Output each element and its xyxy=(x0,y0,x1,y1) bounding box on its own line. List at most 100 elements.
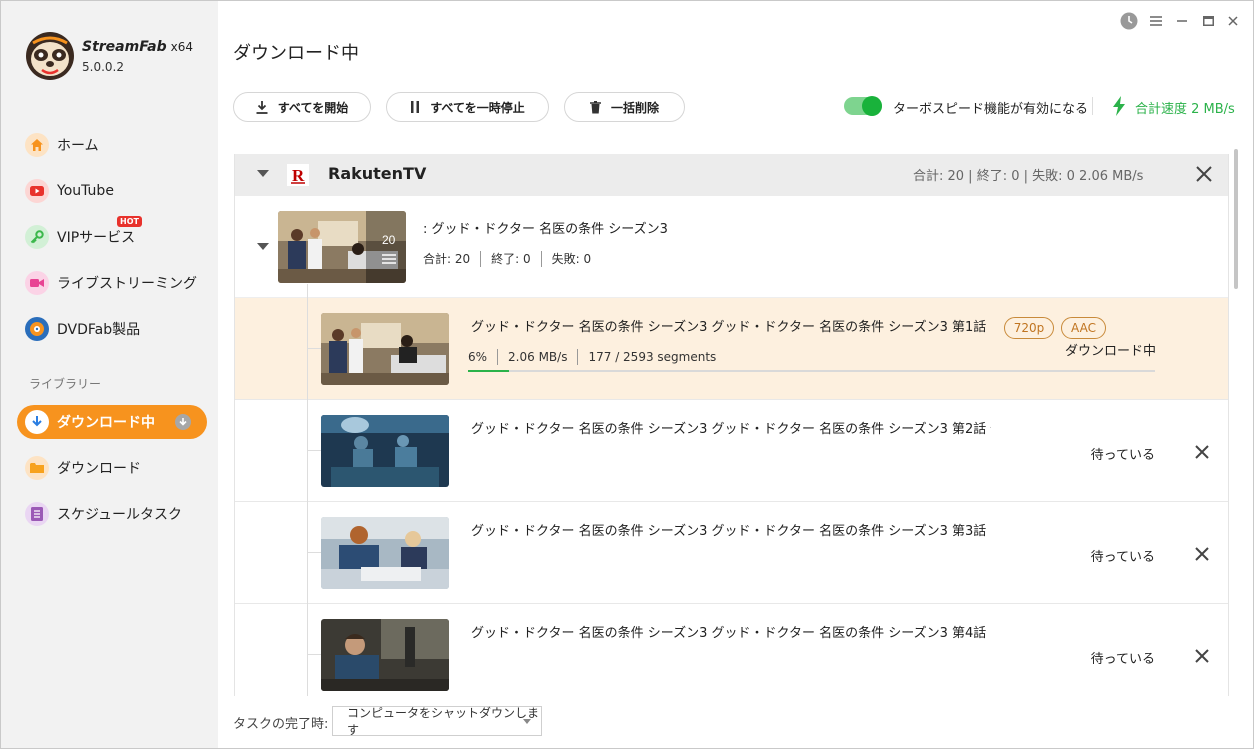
download-count-icon xyxy=(175,414,191,430)
episode-status: 待っている xyxy=(1090,550,1155,565)
season-row[interactable]: 20 : グッド・ドクター 名医の条件 シーズン3 合計: 20 終了: 0 失… xyxy=(235,196,1228,298)
start-all-label: すべてを開始 xyxy=(277,100,349,115)
history-icon[interactable] xyxy=(1119,11,1139,31)
app-window: StreamFab x64 5.0.0.2 ホーム YouTube VIPサービス… xyxy=(0,0,1254,749)
collapse-group-icon[interactable] xyxy=(257,170,269,178)
episode-row[interactable]: グッド・ドクター 名医の条件 シーズン3 グッド・ドクター 名医の条件 シーズン… xyxy=(235,502,1228,604)
youtube-icon xyxy=(25,179,49,203)
group-header: R RakutenTV 合計: 20 | 終了: 0 | 失敗: 0 2.06 … xyxy=(235,154,1228,196)
tree-branch xyxy=(307,654,321,655)
episode-status: 待っている xyxy=(1090,652,1155,667)
sidebar-item-label: DVDFab製品 xyxy=(57,322,141,338)
app-version: 5.0.0.2 xyxy=(82,60,124,74)
hot-badge: HOT xyxy=(117,216,142,227)
episode-title: グッド・ドクター 名医の条件 シーズン3 グッド・ドクター 名医の条件 シーズン… xyxy=(471,422,991,437)
pause-all-button[interactable]: すべてを一時停止 xyxy=(386,92,549,122)
episode-thumbnail xyxy=(321,619,449,691)
sidebar-item-vip[interactable]: VIPサービス HOT xyxy=(17,216,207,254)
sidebar-item-label: ライブストリーミング xyxy=(57,276,197,292)
sidebar-item-live-streaming[interactable]: ライブストリーミング xyxy=(17,266,207,300)
folder-icon xyxy=(25,456,49,480)
quality-badge: 720p xyxy=(1004,317,1054,339)
episode-thumbnail xyxy=(321,313,449,385)
camera-icon xyxy=(25,271,49,295)
thumb-count: 20 xyxy=(382,233,396,247)
group-stats: 合計: 20 | 終了: 0 | 失敗: 0 2.06 MB/s xyxy=(913,169,1144,184)
season-stats: 合計: 20 終了: 0 失敗: 0 xyxy=(423,250,591,267)
remove-task-icon[interactable] xyxy=(1192,646,1212,666)
schedule-icon xyxy=(25,502,49,526)
episode-status: ダウンロード中 xyxy=(1064,344,1156,359)
home-icon xyxy=(25,133,49,157)
toolbar-divider xyxy=(1092,97,1093,115)
download-icon xyxy=(25,410,49,434)
sidebar-item-label: ダウンロード xyxy=(57,461,141,477)
page-title: ダウンロード中 xyxy=(233,43,359,64)
download-list: R RakutenTV 合計: 20 | 終了: 0 | 失敗: 0 2.06 … xyxy=(234,154,1229,696)
sidebar: StreamFab x64 5.0.0.2 ホーム YouTube VIPサービス… xyxy=(1,1,218,748)
sidebar-item-label: YouTube xyxy=(57,183,114,199)
sidebar-item-label: ホーム xyxy=(57,138,99,154)
season-title: : グッド・ドクター 名医の条件 シーズン3 xyxy=(423,222,668,237)
group-name: RakutenTV xyxy=(328,164,427,183)
sidebar-item-youtube[interactable]: YouTube xyxy=(17,174,207,208)
key-icon xyxy=(25,225,49,249)
on-complete-label: タスクの完了時: xyxy=(233,717,329,732)
episode-row[interactable]: グッド・ドクター 名医の条件 シーズン3 グッド・ドクター 名医の条件 シーズン… xyxy=(235,400,1228,502)
sidebar-item-label: スケジュールタスク xyxy=(57,507,183,523)
remove-task-icon[interactable] xyxy=(1192,442,1212,462)
streamfab-logo xyxy=(26,32,74,80)
pause-icon xyxy=(411,101,420,113)
turbo-speed-toggle[interactable] xyxy=(844,96,882,116)
lightning-icon xyxy=(1113,96,1125,116)
sidebar-item-schedule[interactable]: スケジュールタスク xyxy=(17,497,207,531)
episode-thumbnail xyxy=(321,415,449,487)
collapse-season-icon[interactable] xyxy=(257,243,269,251)
season-failed: 失敗: 0 xyxy=(551,252,592,266)
download-speed: 2.06 MB/s xyxy=(508,350,568,364)
rakuten-logo-icon: R xyxy=(287,164,309,186)
tree-branch xyxy=(307,450,321,451)
sidebar-item-dvdfab[interactable]: DVDFab製品 xyxy=(17,312,207,346)
episode-title: グッド・ドクター 名医の条件 シーズン3 グッド・ドクター 名医の条件 シーズン… xyxy=(471,626,991,641)
episode-title: グッド・ドクター 名医の条件 シーズン3 グッド・ドクター 名医の条件 シーズン… xyxy=(471,524,991,539)
sidebar-item-downloading[interactable]: ダウンロード中 xyxy=(17,405,207,439)
download-icon xyxy=(256,100,268,114)
close-window-icon[interactable] xyxy=(1223,11,1243,31)
progress-fill xyxy=(468,370,510,372)
svg-text:R: R xyxy=(292,166,305,184)
delete-all-button[interactable]: 一括削除 xyxy=(564,92,685,122)
chevron-down-icon xyxy=(523,719,531,724)
total-speed: 合計速度 2 MB/s xyxy=(1135,102,1235,117)
remove-task-icon[interactable] xyxy=(1192,544,1212,564)
episode-row-downloading[interactable]: グッド・ドクター 名医の条件 シーズン3 グッド・ドクター 名医の条件 シーズン… xyxy=(235,298,1228,400)
trash-icon xyxy=(589,100,601,113)
menu-icon[interactable] xyxy=(1146,11,1166,31)
brand-name: StreamFab x64 xyxy=(82,39,194,55)
close-group-icon[interactable] xyxy=(1195,165,1213,183)
start-all-button[interactable]: すべてを開始 xyxy=(233,92,371,122)
progress-stats: 6% 2.06 MB/s 177 / 2593 segments xyxy=(468,349,716,365)
on-complete-value: コンピュータをシャットダウンします xyxy=(347,706,540,737)
tree-line xyxy=(307,284,308,696)
progress-percent: 6% xyxy=(468,350,488,364)
scrollbar-thumb[interactable] xyxy=(1234,149,1238,289)
sidebar-item-downloaded[interactable]: ダウンロード xyxy=(17,451,207,485)
turbo-speed-label: ターボスピード機能が有効になる xyxy=(893,102,1089,117)
season-thumbnail: 20 xyxy=(278,211,406,283)
delete-all-label: 一括削除 xyxy=(610,100,659,115)
episode-row[interactable]: グッド・ドクター 名医の条件 シーズン3 グッド・ドクター 名医の条件 シーズン… xyxy=(235,604,1228,696)
sidebar-item-home[interactable]: ホーム xyxy=(17,128,207,162)
season-total: 合計: 20 xyxy=(423,252,471,266)
minimize-icon[interactable] xyxy=(1172,11,1192,31)
on-complete-select[interactable]: コンピュータをシャットダウンします xyxy=(332,706,542,737)
dvdfab-icon xyxy=(25,317,49,341)
segments: 177 / 2593 segments xyxy=(588,350,717,364)
episode-title: グッド・ドクター 名医の条件 シーズン3 グッド・ドクター 名医の条件 シーズン… xyxy=(471,320,991,335)
sidebar-item-label: ダウンロード中 xyxy=(57,415,155,431)
episode-status: 待っている xyxy=(1090,448,1155,463)
season-finished: 終了: 0 xyxy=(491,252,531,266)
maximize-icon[interactable] xyxy=(1198,11,1218,31)
tree-branch xyxy=(307,552,321,553)
tree-branch xyxy=(307,348,321,349)
